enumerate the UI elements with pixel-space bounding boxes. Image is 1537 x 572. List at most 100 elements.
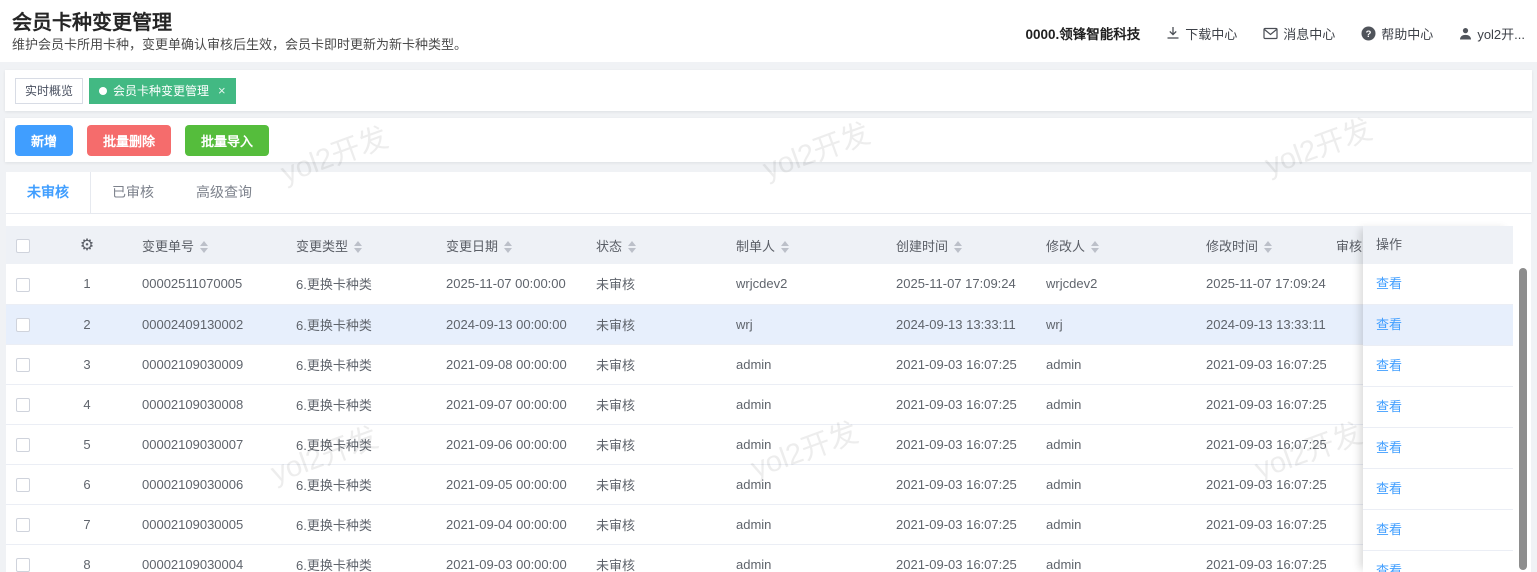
cell-modified-at: 2021-09-03 16:07:25	[1196, 424, 1326, 465]
tab-unaudited[interactable]: 未审核	[6, 172, 91, 213]
cell-modified-at: 2021-09-03 16:07:25	[1196, 464, 1326, 505]
sort-caret-icon[interactable]	[1264, 241, 1273, 254]
col-status[interactable]: 状态	[586, 226, 726, 264]
row-checkbox[interactable]	[16, 357, 30, 372]
table-row[interactable]: 2 00002409130002 6.更换卡种类 2024-09-13 00:00:0…	[6, 304, 1466, 345]
cell-modified-at: 2025-11-07 17:09:24	[1196, 264, 1326, 305]
table-row[interactable]: 3 00002109030009 6.更换卡种类 2021-09-08 00:00:0…	[6, 344, 1466, 385]
cell-order-no: 00002511070005	[132, 264, 286, 305]
cell-modified-at: 2021-09-03 16:07:25	[1196, 384, 1326, 425]
col-created-at[interactable]: 创建时间	[886, 226, 1036, 264]
view-link[interactable]: 查看	[1376, 317, 1402, 332]
data-table: ⚙ 变更单号 变更类型 变更日期 状态 制单人 创建时间 修改人 修改时间 审核…	[6, 226, 1513, 572]
cell-change-date: 2021-09-08 00:00:00	[436, 344, 586, 385]
toolbar: 新增 批量删除 批量导入	[5, 118, 1532, 162]
cell-creator: admin	[726, 344, 886, 385]
nav-download-center[interactable]: 下载中心	[1166, 24, 1237, 43]
sort-caret-icon[interactable]	[504, 241, 513, 254]
cell-modifier: admin	[1036, 424, 1196, 465]
tab-advanced-query[interactable]: 高级查询	[175, 172, 273, 213]
cell-modifier: admin	[1036, 344, 1196, 385]
col-change-type[interactable]: 变更类型	[286, 226, 436, 264]
app-header: 会员卡种变更管理 维护会员卡所用卡种，变更单确认审核后生效，会员卡即时更新为新卡…	[0, 0, 1537, 62]
col-creator[interactable]: 制单人	[726, 226, 886, 264]
col-modifier[interactable]: 修改人	[1036, 226, 1196, 264]
view-link[interactable]: 查看	[1376, 563, 1402, 572]
table-row[interactable]: 7 00002109030005 6.更换卡种类 2021-09-04 00:00:0…	[6, 504, 1466, 545]
col-order-no[interactable]: 变更单号	[132, 226, 286, 264]
row-checkbox[interactable]	[16, 517, 30, 532]
col-modified-at[interactable]: 修改时间	[1196, 226, 1326, 264]
nav-message-center[interactable]: 消息中心	[1263, 24, 1335, 43]
operation-cell: 查看	[1363, 428, 1513, 469]
sort-caret-icon[interactable]	[200, 241, 209, 254]
cell-creator: admin	[726, 544, 886, 572]
view-link[interactable]: 查看	[1376, 481, 1402, 496]
sort-caret-icon[interactable]	[354, 241, 363, 254]
cell-modifier: admin	[1036, 384, 1196, 425]
sort-caret-icon[interactable]	[781, 241, 790, 254]
cell-modified-at: 2021-09-03 16:07:25	[1196, 544, 1326, 572]
tab-audited[interactable]: 已审核	[91, 172, 175, 213]
row-checkbox[interactable]	[16, 317, 30, 332]
close-icon[interactable]: ×	[218, 84, 226, 97]
tag-realtime-overview[interactable]: 实时概览	[15, 77, 84, 104]
row-index: 4	[42, 384, 132, 425]
nav-help-center[interactable]: ? 帮助中心	[1361, 24, 1433, 43]
cell-modified-at: 2021-09-03 16:07:25	[1196, 344, 1326, 385]
add-button[interactable]: 新增	[15, 124, 74, 156]
active-dot-icon	[99, 86, 108, 95]
nav-user-menu[interactable]: yol2开...	[1459, 24, 1525, 43]
cell-status: 未审核	[586, 304, 726, 345]
cell-change-date: 2021-09-05 00:00:00	[436, 464, 586, 505]
view-link[interactable]: 查看	[1376, 276, 1402, 291]
table-row[interactable]: 5 00002109030007 6.更换卡种类 2021-09-06 00:00:0…	[6, 424, 1466, 465]
col-change-date[interactable]: 变更日期	[436, 226, 586, 264]
table-row[interactable]: 6 00002109030006 6.更换卡种类 2021-09-05 00:00:0…	[6, 464, 1466, 505]
operation-cell: 查看	[1363, 469, 1513, 510]
view-link[interactable]: 查看	[1376, 399, 1402, 414]
help-icon: ?	[1361, 26, 1376, 41]
cell-change-type: 6.更换卡种类	[286, 384, 436, 425]
table-row[interactable]: 8 00002109030004 6.更换卡种类 2021-09-03 00:00:0…	[6, 544, 1466, 572]
cell-modifier: wrj	[1036, 304, 1196, 345]
cell-change-type: 6.更换卡种类	[286, 424, 436, 465]
vertical-scrollbar[interactable]	[1519, 268, 1527, 570]
tag-card-type-change[interactable]: 会员卡种变更管理 ×	[89, 77, 236, 104]
select-all-checkbox[interactable]	[16, 238, 30, 253]
row-index: 5	[42, 424, 132, 465]
table-row[interactable]: 4 00002109030008 6.更换卡种类 2021-09-07 00:00:0…	[6, 384, 1466, 425]
gear-icon[interactable]: ⚙	[80, 237, 94, 254]
top-nav: 0000.领锋智能科技 下载中心 消息中心 ? 帮助中心 yol2开...	[1025, 23, 1525, 43]
cell-change-date: 2021-09-03 00:00:00	[436, 544, 586, 572]
cell-change-date: 2021-09-06 00:00:00	[436, 424, 586, 465]
view-link[interactable]: 查看	[1376, 358, 1402, 373]
operation-cell: 查看	[1363, 264, 1513, 305]
row-checkbox[interactable]	[16, 277, 30, 292]
page-title: 会员卡种变更管理	[12, 12, 172, 34]
view-link[interactable]: 查看	[1376, 440, 1402, 455]
sort-caret-icon[interactable]	[954, 241, 963, 254]
view-link[interactable]: 查看	[1376, 522, 1402, 537]
row-checkbox[interactable]	[16, 397, 30, 412]
cell-change-type: 6.更换卡种类	[286, 264, 436, 305]
table-row[interactable]: 1 00002511070005 6.更换卡种类 2025-11-07 00:00:0…	[6, 264, 1466, 305]
row-checkbox[interactable]	[16, 477, 30, 492]
operation-cell: 查看	[1363, 551, 1513, 572]
mail-icon	[1263, 27, 1278, 40]
row-checkbox[interactable]	[16, 557, 30, 572]
operation-column: 操作 查看 查看 查看 查看 查看 查看 查看 查看	[1363, 226, 1513, 572]
row-checkbox[interactable]	[16, 437, 30, 452]
cell-status: 未审核	[586, 504, 726, 545]
cell-created-at: 2021-09-03 16:07:25	[886, 384, 1036, 425]
batch-import-button[interactable]: 批量导入	[185, 124, 270, 156]
batch-delete-button[interactable]: 批量删除	[87, 124, 172, 156]
sort-caret-icon[interactable]	[1091, 241, 1100, 254]
cell-status: 未审核	[586, 384, 726, 425]
row-index: 6	[42, 464, 132, 505]
sort-caret-icon[interactable]	[628, 241, 637, 254]
cell-order-no: 00002109030009	[132, 344, 286, 385]
cell-change-type: 6.更换卡种类	[286, 544, 436, 572]
cell-created-at: 2021-09-03 16:07:25	[886, 424, 1036, 465]
cell-change-type: 6.更换卡种类	[286, 464, 436, 505]
